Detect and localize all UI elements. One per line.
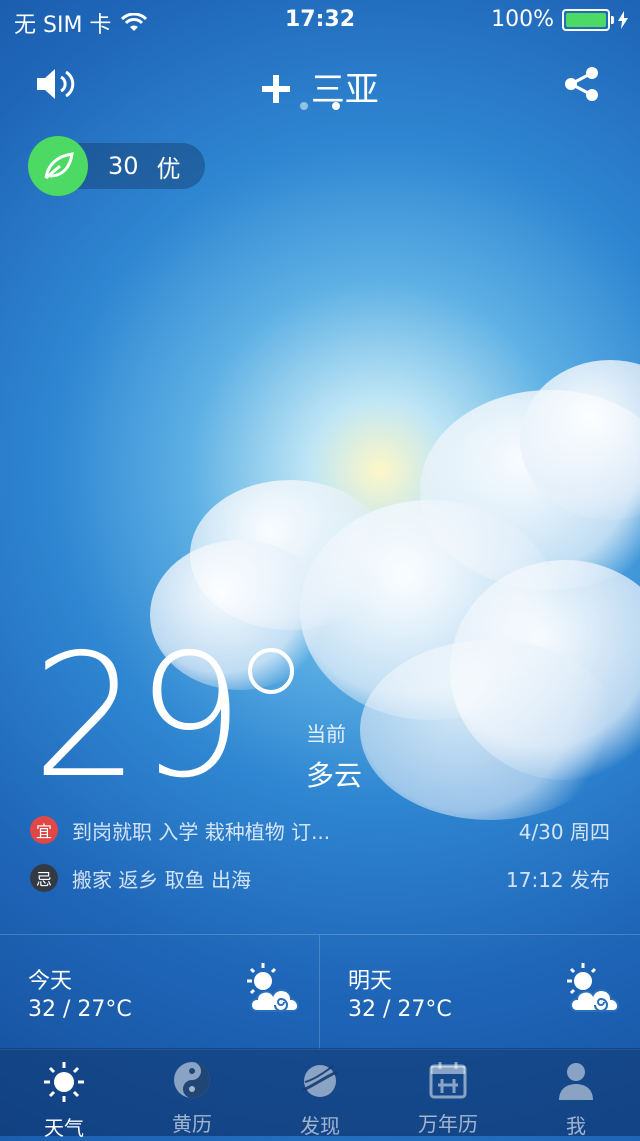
tab-label: 天气 xyxy=(44,1116,84,1140)
yi-badge: 宜 xyxy=(30,816,58,844)
share-icon xyxy=(565,67,598,101)
tab-weather[interactable]: 天气 xyxy=(0,1048,128,1140)
forecast-temps: 32 / 27°C xyxy=(348,997,452,1022)
forecast-temps: 32 / 27°C xyxy=(28,997,132,1022)
publish-time: 17:12 发布 xyxy=(506,867,610,892)
charging-icon xyxy=(618,10,628,29)
battery-icon xyxy=(562,8,614,31)
planet-icon xyxy=(302,1065,338,1097)
forecast-tomorrow[interactable]: 明天 32 / 27°C xyxy=(319,935,639,1049)
ji-badge: 忌 xyxy=(30,864,58,892)
almanac-yi-row[interactable]: 宜 到岗就职 入学 栽种植物 订... 4/30 周四 xyxy=(30,814,610,846)
almanac-date: 4/30 周四 xyxy=(518,819,610,844)
header: 三亚 xyxy=(0,56,640,116)
degree-symbol xyxy=(248,648,294,694)
aqi-badge[interactable]: 30 优 xyxy=(28,136,205,196)
tab-bar: 天气 黄历 发现 万年历 我 xyxy=(0,1048,640,1140)
forecast-day-label: 明天 xyxy=(348,969,393,994)
current-temperature: 29 xyxy=(32,618,244,816)
leaf-icon xyxy=(28,136,88,196)
ji-text: 搬家 返乡 取鱼 出海 xyxy=(72,867,252,892)
tab-calendar[interactable]: 万年历 xyxy=(384,1048,512,1136)
tab-almanac[interactable]: 黄历 xyxy=(128,1048,256,1136)
almanac-ji-row[interactable]: 忌 搬家 返乡 取鱼 出海 17:12 发布 xyxy=(30,862,610,894)
tab-label: 发现 xyxy=(300,1114,340,1138)
battery-percent: 100% xyxy=(491,7,554,32)
forecast-day-label: 今天 xyxy=(28,969,73,994)
page-indicator xyxy=(0,102,640,110)
current-label: 当前 xyxy=(306,722,346,746)
user-icon xyxy=(559,1063,593,1100)
tab-discover[interactable]: 发现 xyxy=(256,1048,384,1138)
forecast-strip: 今天 32 / 27°C 明天 32 / 27°C xyxy=(0,934,640,1050)
yin-yang-icon xyxy=(174,1062,210,1098)
aqi-value: 30 xyxy=(108,152,139,180)
current-condition: 多云 xyxy=(306,759,363,792)
share-button[interactable] xyxy=(562,64,602,104)
aqi-level: 优 xyxy=(156,154,181,183)
calendar-icon xyxy=(429,1062,467,1099)
tab-me[interactable]: 我 xyxy=(512,1048,640,1138)
tab-label: 黄历 xyxy=(172,1112,212,1136)
tab-label: 万年历 xyxy=(418,1112,478,1136)
yi-text: 到岗就职 入学 栽种植物 订... xyxy=(72,819,331,844)
partly-cloudy-icon xyxy=(247,963,299,1012)
partly-cloudy-icon xyxy=(567,963,619,1012)
sun-icon xyxy=(44,1062,84,1102)
page-dot-active xyxy=(332,102,340,110)
tab-label: 我 xyxy=(566,1114,586,1138)
page-dot xyxy=(300,102,308,110)
forecast-today[interactable]: 今天 32 / 27°C xyxy=(0,935,319,1049)
status-bar: 无 SIM 卡 17:32 100% xyxy=(0,0,640,40)
